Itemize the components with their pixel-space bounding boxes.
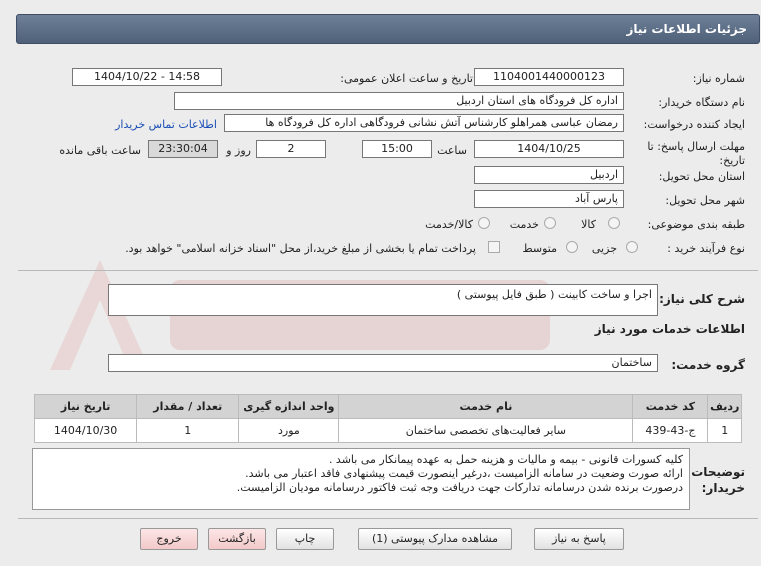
cell-service-name: سایر فعالیت‌های تخصصی ساختمان (338, 418, 634, 443)
view-attachments-button[interactable]: مشاهده مدارک پیوستی (1) (358, 528, 512, 550)
city-field: پارس آباد (474, 190, 624, 208)
treasury-payment-note: پرداخت تمام یا بخشی از مبلغ خرید،از محل … (125, 242, 476, 255)
process-label: نوع فرآیند خرید : (667, 242, 745, 255)
back-button[interactable]: بازگشت (208, 528, 266, 550)
notes-line: ارائه صورت وضعیت در سامانه الزامیست ،درغ… (245, 467, 683, 480)
col-need-date: تاریخ نیاز (33, 394, 138, 419)
page-title: جزئیات اطلاعات نیاز (16, 14, 760, 44)
process-minor-radio[interactable] (626, 241, 638, 253)
service-group-label: گروه خدمت: (671, 358, 745, 372)
summary-field: اجرا و ساخت کابینت ( طبق فایل پیوستی ) (108, 284, 658, 316)
buyer-notes-label: توضیحات خریدار: (691, 465, 745, 495)
buyer-org-label: نام دستگاه خریدار: (658, 96, 745, 109)
requester-field: رمضان عباسی همراهلو کارشناس آتش نشانی فر… (224, 114, 624, 132)
need-number-label: شماره نیاز: (692, 72, 745, 85)
province-field: اردبیل (474, 166, 624, 184)
buyer-contact-link[interactable]: اطلاعات تماس خریدار (115, 118, 217, 131)
cell-need-date: 1404/10/30 (33, 418, 138, 443)
treasury-payment-checkbox[interactable] (488, 241, 500, 253)
requester-label: ایجاد کننده درخواست: (643, 118, 745, 131)
category-goods-service-radio[interactable] (478, 217, 490, 229)
category-goods-label: کالا (581, 218, 596, 231)
print-button[interactable]: چاپ (276, 528, 334, 550)
buyer-org-field: اداره کل فرودگاه های استان اردبیل (174, 92, 624, 110)
buyer-notes-field: کلیه کسورات قانونی - بیمه و مالیات و هزی… (32, 448, 690, 510)
city-label: شهر محل تحویل: (665, 194, 745, 207)
table-header-row: ردیف کد خدمت نام خدمت واحد اندازه گیری ت… (33, 394, 742, 419)
remaining-time-field: 23:30:04 (148, 140, 218, 158)
need-number-field: 1104001440000123 (474, 68, 624, 86)
deadline-label: مهلت ارسال پاسخ: تا تاریخ: (647, 140, 745, 167)
days-field: 2 (256, 140, 326, 158)
col-row-number: ردیف (707, 394, 742, 419)
category-service-radio[interactable] (544, 217, 556, 229)
deadline-date-field: 1404/10/25 (474, 140, 624, 158)
col-service-code: کد خدمت (632, 394, 709, 419)
service-group-field: ساختمان (108, 354, 658, 372)
category-service-label: خدمت (509, 218, 539, 231)
category-label: طبقه بندی موضوعی: (647, 218, 745, 231)
process-medium-label: متوسط (522, 242, 557, 255)
deadline-time-field: 15:00 (362, 140, 432, 158)
notes-line: کلیه کسورات قانونی - بیمه و مالیات و هزی… (328, 453, 683, 466)
notes-line: درصورت برنده شدن درسامانه تدارکات جهت در… (236, 481, 683, 494)
services-table: ردیف کد خدمت نام خدمت واحد اندازه گیری ت… (33, 394, 742, 443)
table-row: 1 ج-43-439 سایر فعالیت‌های تخصصی ساختمان… (33, 418, 742, 443)
col-service-name: نام خدمت (338, 394, 634, 419)
col-unit: واحد اندازه گیری (238, 394, 340, 419)
province-label: استان محل تحویل: (658, 170, 745, 183)
process-minor-label: جزیی (591, 242, 617, 255)
services-heading: اطلاعات خدمات مورد نیاز (594, 322, 745, 336)
exit-button[interactable]: خروج (140, 528, 198, 550)
remaining-time-label: ساعت باقی مانده (59, 144, 141, 157)
cell-unit: مورد (238, 418, 340, 443)
announce-label: تاریخ و ساعت اعلان عمومی: (340, 72, 473, 85)
cell-row-number: 1 (707, 418, 742, 443)
cell-service-code: ج-43-439 (632, 418, 709, 443)
announce-datetime-field: 1404/10/22 - 14:58 (72, 68, 222, 86)
reply-button[interactable]: پاسخ به نیاز (534, 528, 624, 550)
category-goods-radio[interactable] (608, 217, 620, 229)
summary-label: شرح کلی نیاز: (659, 292, 745, 306)
col-quantity: تعداد / مقدار (136, 394, 240, 419)
process-medium-radio[interactable] (566, 241, 578, 253)
deadline-time-label: ساعت (437, 144, 467, 157)
days-label: روز و (226, 144, 251, 157)
category-goods-service-label: کالا/خدمت (425, 218, 473, 231)
cell-quantity: 1 (136, 418, 240, 443)
